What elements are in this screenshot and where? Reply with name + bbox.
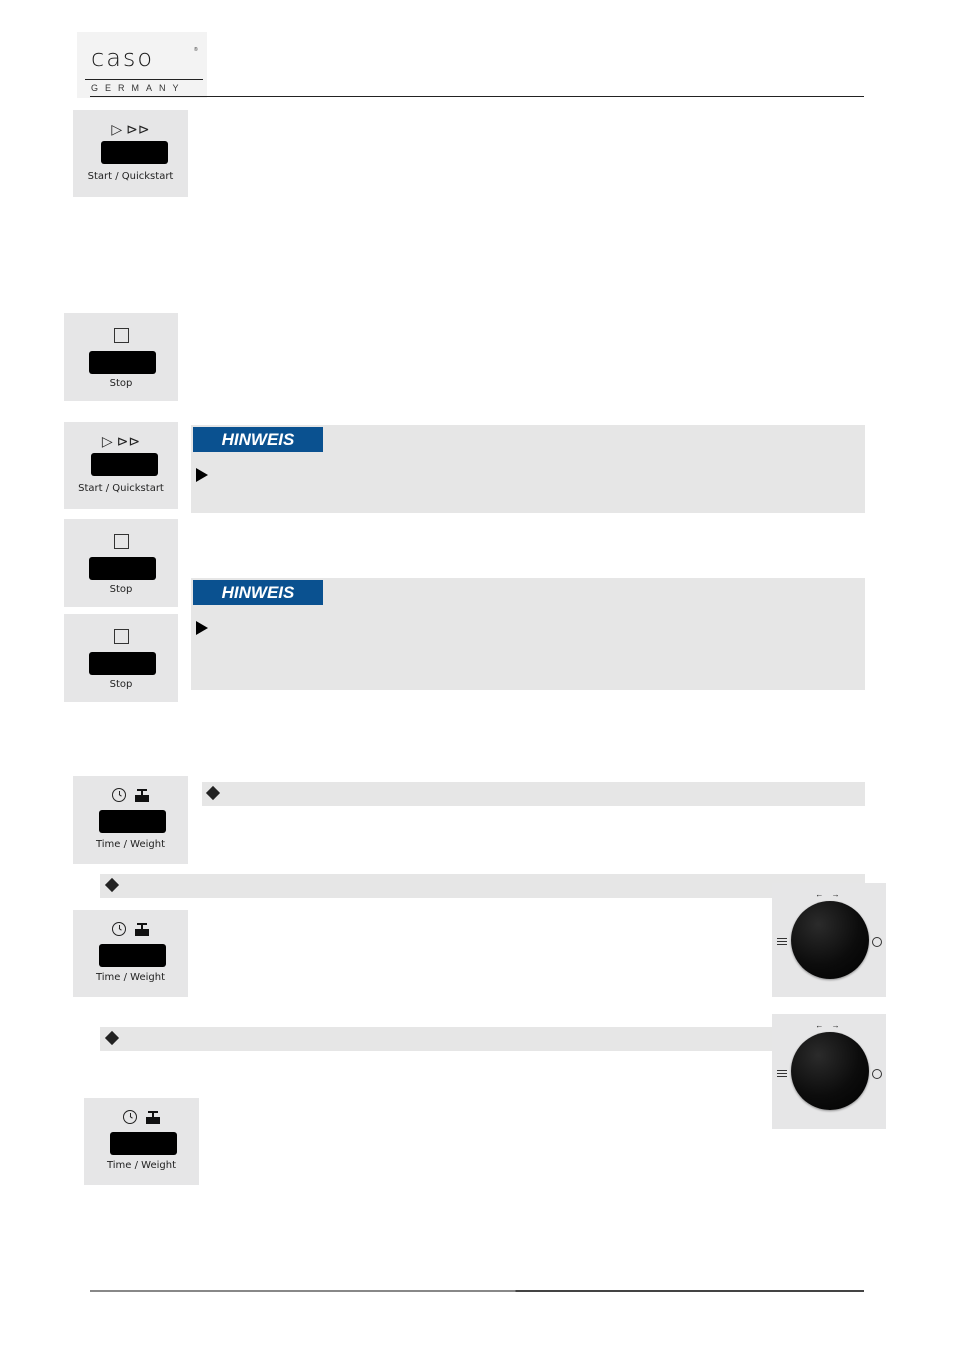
stop-label: Stop [109, 378, 133, 389]
caso-logo: caso ® GERMANY [77, 32, 207, 98]
stop-square-icon [113, 328, 129, 343]
time-weight-label: Time / Weight [106, 1160, 177, 1171]
play-fastforward-icon: ▷ ⊳⊳ [111, 121, 150, 137]
list-icon [777, 1070, 787, 1078]
weight-icon [146, 1110, 160, 1124]
registered-mark: ® [194, 47, 198, 53]
stop-button[interactable] [89, 652, 156, 675]
diamond-bullet-icon [205, 785, 221, 801]
notice-box: HINWEIS [191, 425, 865, 513]
step-bar [100, 1027, 772, 1051]
brand-subtitle: GERMANY [91, 83, 186, 93]
start-quickstart-panel: ▷ ⊳⊳ Start / Quickstart [64, 422, 178, 509]
start-quickstart-button[interactable] [101, 141, 168, 164]
start-quickstart-panel: ▷ ⊳⊳ Start / Quickstart [73, 110, 188, 197]
diamond-bullet-icon [104, 1030, 120, 1046]
weight-icon [135, 922, 149, 936]
bullet-arrow-icon [196, 621, 208, 635]
logo-divider [85, 79, 203, 80]
clock-weight-icon [84, 1110, 199, 1124]
footer-divider [90, 1290, 864, 1292]
clock-icon [872, 1069, 882, 1079]
stop-square-icon [113, 629, 129, 644]
clock-icon [872, 937, 882, 947]
weight-icon [135, 788, 149, 802]
stop-panel: Stop [64, 519, 178, 607]
stop-panel: Stop [64, 313, 178, 401]
time-weight-panel: Time / Weight [84, 1098, 199, 1185]
bullet-arrow-icon [196, 468, 208, 482]
list-icon [777, 938, 787, 946]
stop-square-icon [113, 534, 129, 549]
start-quickstart-label: Start / Quickstart [87, 171, 174, 182]
brand-wordmark: caso [91, 44, 155, 72]
dial-knob[interactable] [791, 901, 869, 979]
clock-icon [112, 922, 126, 936]
stop-label: Stop [109, 584, 133, 595]
start-quickstart-label: Start / Quickstart [78, 483, 164, 494]
time-weight-button[interactable] [99, 810, 166, 833]
time-weight-panel: Time / Weight [73, 910, 188, 997]
stop-button[interactable] [89, 351, 156, 374]
dial-knob[interactable] [791, 1032, 869, 1110]
rotate-arrows-icon: ← → [815, 890, 843, 899]
start-quickstart-button[interactable] [91, 453, 158, 476]
time-weight-label: Time / Weight [95, 839, 166, 850]
time-weight-button[interactable] [110, 1132, 177, 1155]
play-fastforward-icon: ▷ ⊳⊳ [101, 433, 141, 449]
clock-weight-icon [73, 788, 188, 802]
rotate-arrows-icon: ← → [815, 1021, 843, 1030]
header-divider [90, 96, 864, 97]
clock-icon [123, 1110, 137, 1124]
stop-panel: Stop [64, 614, 178, 702]
stop-button[interactable] [89, 557, 156, 580]
stop-label: Stop [109, 679, 133, 690]
step-bar [100, 874, 865, 898]
step-bar [202, 782, 865, 806]
notice-tag: HINWEIS [193, 427, 323, 452]
notice-box: HINWEIS [191, 578, 865, 690]
dial-knob-panel: ← → [772, 883, 886, 997]
clock-weight-icon [73, 922, 188, 936]
time-weight-button[interactable] [99, 944, 166, 967]
time-weight-panel: Time / Weight [73, 776, 188, 864]
dial-knob-panel: ← → [772, 1014, 886, 1129]
time-weight-label: Time / Weight [95, 972, 166, 983]
clock-icon [112, 788, 126, 802]
diamond-bullet-icon [104, 877, 120, 893]
notice-tag: HINWEIS [193, 580, 323, 605]
